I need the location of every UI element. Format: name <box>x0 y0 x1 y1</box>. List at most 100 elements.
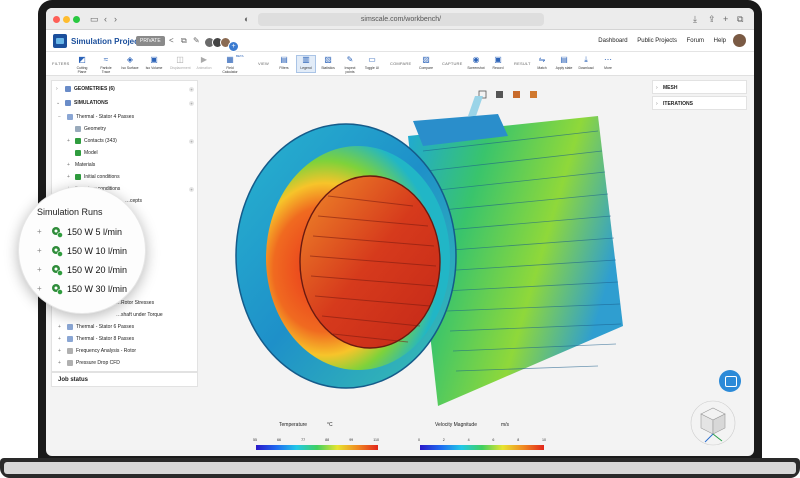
expand-icon[interactable]: + <box>37 261 42 279</box>
expand-icon[interactable]: + <box>37 280 42 298</box>
tool-screenshot[interactable]: ◉ Screenshot <box>466 56 486 71</box>
tool-filters[interactable]: ▤ Filters <box>274 56 294 71</box>
tool-iso-surface[interactable]: ◈ Iso Surface <box>120 56 140 71</box>
maximize-window-button[interactable] <box>73 16 80 23</box>
mesh-panel[interactable]: › MESH <box>652 80 747 94</box>
project-title: Simulation Project <box>71 37 142 46</box>
expand-icon[interactable]: + <box>67 175 72 180</box>
inspect-points-icon: ✎ <box>346 55 354 64</box>
z-axis <box>704 433 714 443</box>
chevron-right-icon: › <box>656 101 658 107</box>
beta-badge: BETA <box>236 54 244 58</box>
forward-icon[interactable]: › <box>114 12 117 26</box>
add-collaborator-icon[interactable]: + <box>228 41 239 52</box>
tool-apply-state[interactable]: ▤ Apply state <box>554 56 574 71</box>
close-window-button[interactable] <box>53 16 60 23</box>
tabs-overview-icon[interactable]: ⧉ <box>737 12 743 26</box>
thermal-icon <box>67 324 73 330</box>
legend-icon: ▥ <box>302 55 310 64</box>
copy-icon[interactable]: ⧉ <box>181 34 187 48</box>
tree-item[interactable]: + Contacts (343) + <box>52 136 199 147</box>
view-presets[interactable] <box>478 90 537 99</box>
tool-iso-volume[interactable]: ▣ Iso Volume <box>144 55 164 71</box>
temperature-unit[interactable]: °C <box>327 422 333 428</box>
collaborators[interactable]: + <box>204 35 239 52</box>
tool-toggle-ui[interactable]: ▭ Toggle UI <box>362 56 382 71</box>
nav-help[interactable]: Help <box>714 38 726 44</box>
nav-dashboard[interactable]: Dashboard <box>598 38 627 44</box>
tree-item[interactable]: + Initial conditions <box>52 172 199 183</box>
add-icon[interactable]: + <box>189 187 194 192</box>
post-processor-toolbar: FILTERS ◩ Cutting Plane ≈ Particle Trace ◈… <box>46 52 754 76</box>
url-bar[interactable]: simscale.com/workbench/ <box>258 13 544 26</box>
tool-statistics[interactable]: ▧ Statistics <box>318 56 338 71</box>
share-project-icon[interactable]: < <box>169 34 174 48</box>
expand-icon[interactable]: › <box>56 87 61 92</box>
tool-match[interactable]: ⇋ Match <box>532 56 552 71</box>
cube-view-icon[interactable] <box>530 91 537 98</box>
simulation-icon <box>65 100 71 106</box>
tree-item[interactable]: Geometry <box>52 124 199 135</box>
expand-icon[interactable]: + <box>58 361 63 366</box>
iterations-panel[interactable]: › ITERATIONS <box>652 96 747 110</box>
share-icon[interactable]: ⇪ <box>708 12 716 26</box>
expand-icon[interactable]: + <box>67 139 72 144</box>
tool-record[interactable]: ▣ Record <box>488 56 508 71</box>
expand-icon[interactable]: + <box>67 163 72 168</box>
tool-animation[interactable]: ▶ Animation <box>194 56 214 71</box>
add-icon[interactable]: + <box>189 87 194 92</box>
sidebar-toggle-icon[interactable]: ▭ <box>90 12 99 26</box>
tool-field-calculator[interactable]: ▦ Field Calculator <box>220 56 240 75</box>
tree-item[interactable]: + Thermal - Stator 8 Passes <box>52 334 199 345</box>
tool-compare[interactable]: ▨ Compare <box>416 56 436 71</box>
user-avatar[interactable] <box>733 34 746 47</box>
nav-forum[interactable]: Forum <box>687 38 704 44</box>
velocity-unit[interactable]: m/s <box>501 422 509 428</box>
check-icon <box>75 174 81 180</box>
tree-item[interactable]: + Thermal - Stator 6 Passes <box>52 322 199 333</box>
toolbar-group-filters: FILTERS <box>52 61 70 66</box>
more-icon: ⋯ <box>604 55 612 64</box>
tool-cutting-plane[interactable]: ◩ Cutting Plane <box>72 56 92 75</box>
tree-item[interactable]: + Pressure Drop CFD <box>52 358 199 369</box>
expand-icon[interactable]: + <box>37 223 42 241</box>
collapse-icon[interactable]: ⌄ <box>56 101 61 106</box>
new-tab-icon[interactable]: + <box>723 12 728 26</box>
tree-item[interactable]: Model <box>52 148 199 159</box>
cube-view-icon[interactable] <box>496 91 503 98</box>
tree-item[interactable]: + Frequency Analysis - Rotor <box>52 346 199 357</box>
tool-more[interactable]: ⋯ More <box>598 55 618 71</box>
minimize-window-button[interactable] <box>63 16 70 23</box>
3d-viewport[interactable] <box>198 76 652 406</box>
expand-icon[interactable]: + <box>58 349 63 354</box>
run-gear-icon <box>52 227 63 238</box>
tool-particle-trace[interactable]: ≈ Particle Trace <box>96 56 116 75</box>
tool-download[interactable]: ⤓ Download <box>576 56 596 71</box>
job-status-panel[interactable]: Job status <box>51 372 198 387</box>
edit-icon[interactable]: ✎ <box>193 34 200 48</box>
add-icon[interactable]: + <box>189 139 194 144</box>
orientation-gizmo[interactable] <box>682 396 740 454</box>
tree-geometries[interactable]: › GEOMETRIES (6) + <box>52 84 199 95</box>
tool-legend[interactable]: ▥ Legend <box>296 55 316 73</box>
download-icon[interactable]: ⤓ <box>693 12 697 26</box>
tool-inspect-points[interactable]: ✎ Inspect points <box>340 55 360 75</box>
collapse-icon[interactable]: − <box>58 115 63 120</box>
url-text: simscale.com/workbench/ <box>360 16 442 23</box>
tree-item[interactable]: + Materials <box>52 160 199 171</box>
velocity-ticks: 0 2 4 6 8 10 <box>418 438 546 442</box>
cube-view-icon[interactable] <box>513 91 520 98</box>
tree-item[interactable]: − Thermal - Stator 4 Passes <box>52 112 199 123</box>
tree-simulations[interactable]: ⌄ SIMULATIONS + <box>52 98 199 109</box>
tool-displacement[interactable]: ◫ Displacement <box>170 56 191 71</box>
expand-icon[interactable]: + <box>58 337 63 342</box>
cfd-icon <box>67 360 73 366</box>
back-icon[interactable]: ‹ <box>104 12 107 26</box>
chat-button[interactable] <box>719 370 741 392</box>
add-icon[interactable]: + <box>189 101 194 106</box>
nav-public-projects[interactable]: Public Projects <box>637 38 677 44</box>
iso-volume-icon: ▣ <box>150 55 158 64</box>
expand-icon[interactable]: + <box>37 242 42 260</box>
frequency-icon <box>67 348 73 354</box>
expand-icon[interactable]: + <box>58 325 63 330</box>
